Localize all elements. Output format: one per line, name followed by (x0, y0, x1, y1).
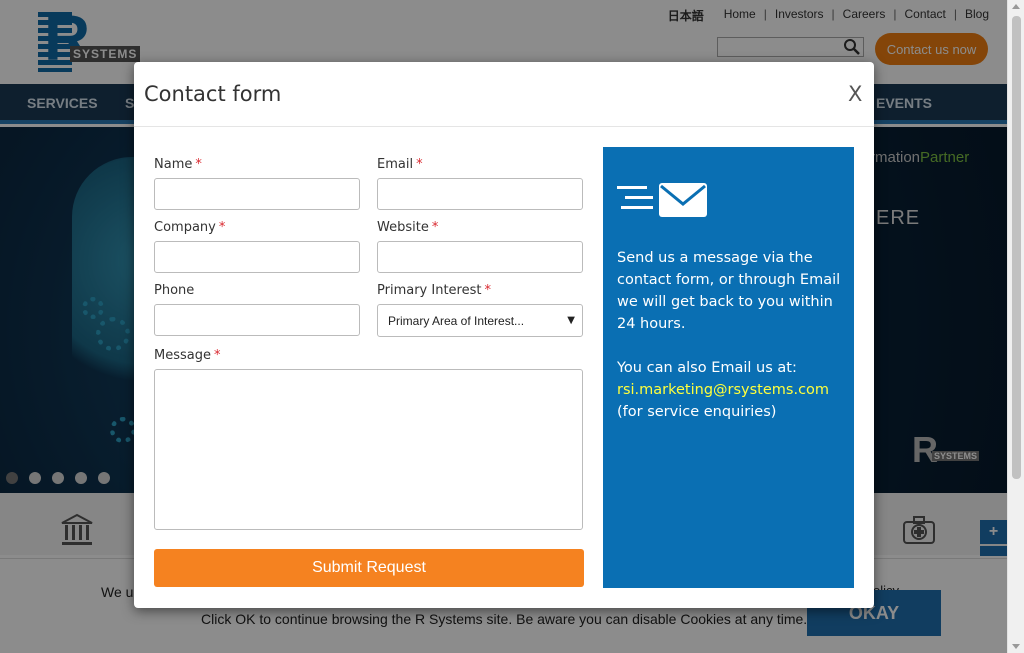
primary-interest-label: Primary Interest * (377, 283, 491, 298)
company-label: Company * (154, 220, 225, 235)
required-asterisk: * (431, 220, 439, 235)
dropdown-arrow-icon: ▼ (567, 315, 575, 326)
name-label: Name * (154, 157, 202, 172)
submit-request-button[interactable]: Submit Request (154, 549, 584, 587)
close-button[interactable]: X (848, 82, 862, 106)
scroll-up-arrow-icon[interactable] (1012, 4, 1020, 9)
message-label: Message * (154, 348, 220, 363)
phone-input[interactable] (154, 304, 360, 336)
email-label: Email * (377, 157, 423, 172)
primary-interest-label-text: Primary Interest (377, 283, 482, 298)
primary-interest-select[interactable]: Primary Area of Interest... ▼ (377, 304, 583, 337)
modal-header: Contact form X (134, 62, 874, 127)
primary-interest-selected: Primary Area of Interest... (388, 313, 525, 328)
required-asterisk: * (195, 157, 202, 172)
contact-form-modal: Contact form X Name * Email * Company * Web… (134, 62, 874, 608)
website-label-text: Website (377, 220, 429, 235)
page-scrollbar[interactable] (1007, 0, 1024, 653)
message-textarea[interactable] (154, 369, 583, 530)
email-input[interactable] (377, 178, 583, 210)
envelope-icon (617, 183, 707, 217)
required-asterisk: * (484, 283, 491, 298)
scroll-down-arrow-icon[interactable] (1012, 644, 1020, 649)
message-label-text: Message (154, 348, 211, 363)
name-label-text: Name (154, 157, 193, 172)
company-label-text: Company (154, 220, 216, 235)
info-email-link[interactable]: rsi.marketing@rsystems.com (617, 379, 847, 401)
phone-label: Phone (154, 283, 195, 298)
website-label: Website * (377, 220, 438, 235)
required-asterisk: * (416, 157, 423, 172)
contact-info-panel: Send us a message via the contact form, … (603, 147, 854, 588)
modal-title: Contact form (144, 82, 282, 106)
required-asterisk: * (213, 348, 221, 363)
company-input[interactable] (154, 241, 360, 273)
scrollbar-thumb[interactable] (1012, 16, 1021, 479)
info-message-text: Send us a message via the contact form, … (617, 250, 841, 332)
info-email-note: (for service enquiries) (617, 404, 777, 420)
email-label-text: Email (377, 157, 414, 172)
required-asterisk: * (218, 220, 226, 235)
website-input[interactable] (377, 241, 583, 273)
info-text-block: Send us a message via the contact form, … (617, 247, 847, 423)
name-input[interactable] (154, 178, 360, 210)
info-email-prompt: You can also Email us at: (617, 360, 797, 376)
